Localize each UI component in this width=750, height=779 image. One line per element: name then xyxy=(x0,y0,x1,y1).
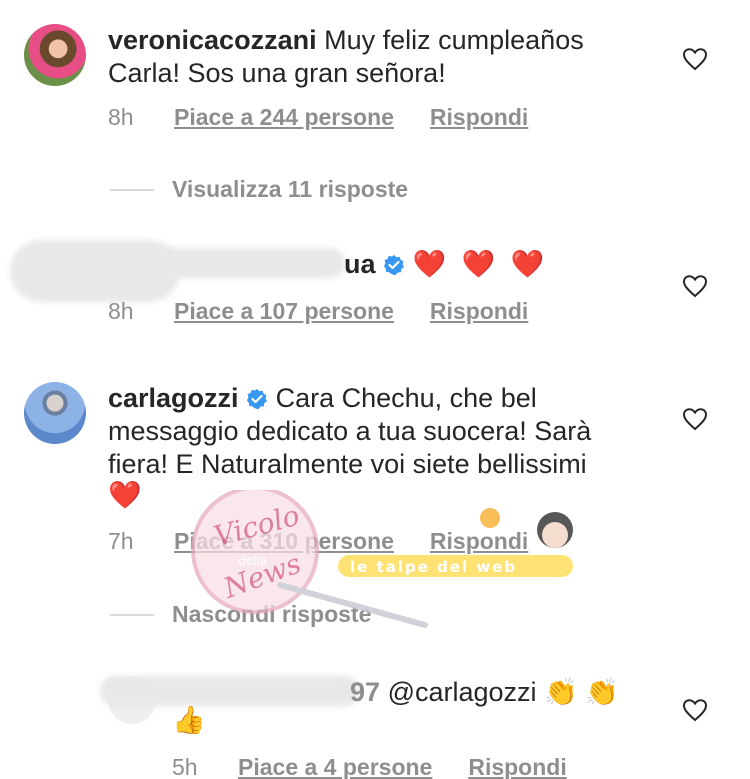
username[interactable]: 97 xyxy=(350,677,380,707)
comment-body-line1: Cara Chechu, che bel xyxy=(275,383,537,413)
avatar[interactable] xyxy=(24,24,86,86)
username[interactable]: ua xyxy=(344,249,376,279)
timestamp: 5h xyxy=(172,754,198,779)
view-replies-label: Visualizza 11 risposte xyxy=(172,176,409,202)
timestamp: 8h xyxy=(108,298,134,324)
verified-badge-icon xyxy=(246,385,268,409)
likes-link[interactable]: Piace a 107 persone xyxy=(174,298,394,325)
heart-emojis: ❤️ ❤️ ❤️ xyxy=(412,249,549,279)
username[interactable]: veronicacozzani xyxy=(108,25,317,55)
divider-line xyxy=(110,613,154,616)
watermark-text-talpe: le talpe del web xyxy=(350,558,517,576)
view-replies-button[interactable]: Visualizza 11 risposte xyxy=(110,176,408,203)
heart-emoji: ❤️ xyxy=(108,480,142,510)
divider-line xyxy=(110,188,154,191)
comment-meta: 7h Piace a 310 persone Rispondi xyxy=(108,528,528,555)
comment-text: carlagozzi Cara Chechu, che bel xyxy=(108,382,537,415)
avatar[interactable] xyxy=(24,382,86,444)
comment-body-line3: fiera! E Naturalmente voi siete bellissi… xyxy=(108,449,587,479)
like-heart-icon[interactable] xyxy=(682,698,708,722)
hide-replies-label: Nascondi risposte xyxy=(172,601,372,627)
reply-button[interactable]: Rispondi xyxy=(430,528,528,555)
likes-link[interactable]: Piace a 244 persone xyxy=(174,104,394,131)
timestamp: 7h xyxy=(108,528,134,554)
comment-body-line2: Carla! Sos una gran señora! xyxy=(108,58,446,88)
like-heart-icon[interactable] xyxy=(682,274,708,298)
thumbs-up-emoji: 👍 xyxy=(172,705,206,735)
watermark-text-della: della xyxy=(238,554,267,568)
clap-emojis: 👏 👏 xyxy=(544,677,619,707)
comment-text: 97 @carlagozzi 👏 👏 xyxy=(350,676,619,709)
username[interactable]: carlagozzi xyxy=(108,383,239,413)
comment-meta: 8h Piace a 244 persone Rispondi xyxy=(108,104,528,131)
like-heart-icon[interactable] xyxy=(682,407,708,431)
likes-link[interactable]: Piace a 310 persone xyxy=(174,528,394,555)
comment-body-line2: messaggio dedicato a tua suocera! Sarà xyxy=(108,416,592,446)
comment-meta: 8h Piace a 107 persone Rispondi xyxy=(108,298,528,325)
reply-button[interactable]: Rispondi xyxy=(468,754,566,779)
reply-button[interactable]: Rispondi xyxy=(430,104,528,131)
hide-replies-button[interactable]: Nascondi risposte xyxy=(110,601,371,628)
timestamp: 8h xyxy=(108,104,134,130)
comment-meta: 5h Piace a 4 persone Rispondi xyxy=(172,754,567,779)
reply-button[interactable]: Rispondi xyxy=(430,298,528,325)
mention-link[interactable]: @carlagozzi xyxy=(388,677,537,707)
verified-badge-icon xyxy=(383,251,405,275)
like-heart-icon[interactable] xyxy=(682,47,708,71)
watermark-text-news: News xyxy=(218,547,305,606)
likes-link[interactable]: Piace a 4 persone xyxy=(238,754,432,779)
comment-text: veronicacozzani Muy feliz cumpleaños xyxy=(108,24,584,57)
comment-text: ua ❤️ ❤️ ❤️ xyxy=(344,248,548,281)
redaction-smudge xyxy=(100,676,360,706)
redaction-smudge xyxy=(150,248,345,278)
comment-body-line1: Muy feliz cumpleaños xyxy=(324,25,584,55)
